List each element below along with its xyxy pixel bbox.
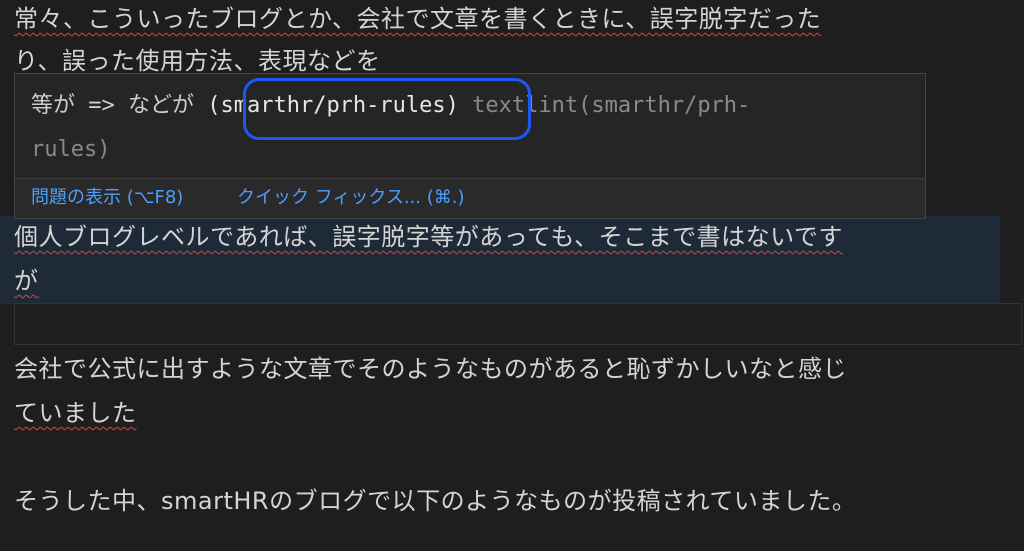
line-7-text: ていました [14, 399, 137, 427]
view-problem-link[interactable]: 問題の表示 (⌥F8) [31, 179, 183, 217]
hover-message-prefix: 等が => などが [31, 93, 208, 118]
line-2-text: り、誤った使用方法、表現などを [14, 47, 381, 75]
editor-line-9[interactable]: そうした中、smartHRのブログで以下のようなものが投稿されていました。 [14, 484, 856, 518]
hover-tool-line-2: rules) [31, 137, 111, 162]
current-line-indicator[interactable] [14, 303, 1022, 345]
editor-line-7[interactable]: ていました [14, 396, 137, 430]
hover-actions-bar: 問題の表示 (⌥F8) クイック フィックス... (⌘.) [15, 178, 925, 218]
editor-line-1[interactable]: 常々、こういったブログとか、会社で文章を書くときに、誤字脱字だった [14, 2, 821, 36]
quick-fix-link[interactable]: クイック フィックス... (⌘.) [237, 179, 464, 217]
line-3-text: 個人ブログレベルであれば、誤字脱字等があっても、そこまで書はないです [14, 223, 843, 251]
editor-line-6[interactable]: 会社で公式に出すような文章でそのようなものがあると恥ずかしいなと感じ [14, 352, 847, 386]
line-9-text: そうした中、smartHRのブログで以下のようなものが投稿されていました。 [14, 487, 857, 515]
editor-line-4[interactable]: が [14, 264, 39, 298]
line-1-text: 常々、こういったブログとか、会社で文章を書くときに、誤字脱字だった [14, 5, 822, 33]
line-4-text: が [14, 267, 39, 295]
line-6-text: 会社で公式に出すような文章でそのようなものがあると恥ずかしいなと感じ [14, 355, 847, 383]
annotation-highlight-box [243, 78, 531, 140]
editor-area[interactable]: 常々、こういったブログとか、会社で文章を書くときに、誤字脱字だった り、誤った使… [0, 0, 1024, 551]
editor-line-3[interactable]: 個人ブログレベルであれば、誤字脱字等があっても、そこまで書はないです [14, 220, 843, 254]
